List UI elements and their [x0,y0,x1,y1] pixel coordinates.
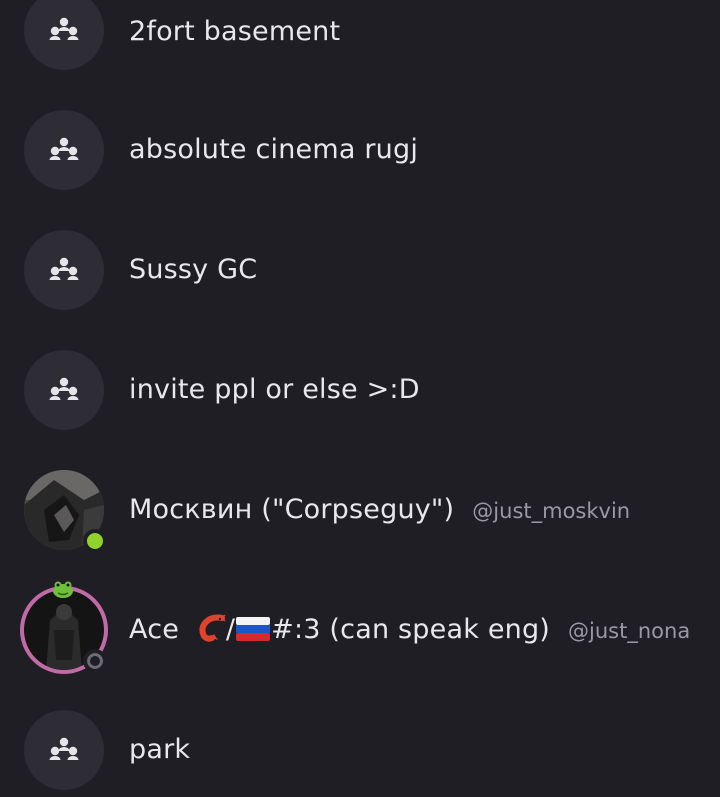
group-icon [24,0,104,70]
dm-list: 2fort basement absolute cinema rugj Suss… [0,0,720,797]
dm-name: Sussy GC [129,254,258,285]
russia-flag-emoji-icon [236,617,271,641]
dm-item-user[interactable]: Ace / #:3 (can speak eng) @just_nona [0,570,720,690]
dm-handle: @just_nona [568,619,691,643]
dm-item-group[interactable]: absolute cinema rugj [0,90,720,210]
shrimp-emoji-icon [199,614,226,642]
dm-item-group[interactable]: invite ppl or else >:D [0,330,720,450]
group-icon [24,350,104,430]
dm-name: 2fort basement [129,16,341,47]
offline-status-icon [83,649,107,673]
dm-name: Москвин ("Corpseguy") [129,494,455,525]
group-icon [24,710,104,790]
dm-item-user[interactable]: Москвин ("Corpseguy") @just_moskvin [0,450,720,570]
group-icon [24,230,104,310]
online-status-icon [83,529,107,553]
group-icon [24,110,104,190]
dm-item-group[interactable]: Sussy GC [0,210,720,330]
group-avatar [24,350,104,430]
dm-handle: @just_moskvin [472,499,631,523]
group-avatar [24,230,104,310]
dm-name-separator: / [225,614,236,645]
dm-name: park [129,734,191,765]
dm-item-group[interactable]: 2fort basement [0,0,720,90]
group-avatar [24,110,104,190]
dm-name: Ace / #:3 (can speak eng) [129,614,550,645]
group-avatar [24,0,104,70]
dm-item-group[interactable]: park [0,690,720,797]
dm-name-suffix: #:3 (can speak eng) [271,614,551,645]
frog-decoration-icon [53,581,73,598]
dm-name: absolute cinema rugj [129,134,419,165]
user-avatar [20,581,108,674]
dm-name-prefix: Ace [129,614,188,645]
user-avatar [24,470,107,553]
dm-name: invite ppl or else >:D [129,374,420,405]
group-avatar [24,710,104,790]
